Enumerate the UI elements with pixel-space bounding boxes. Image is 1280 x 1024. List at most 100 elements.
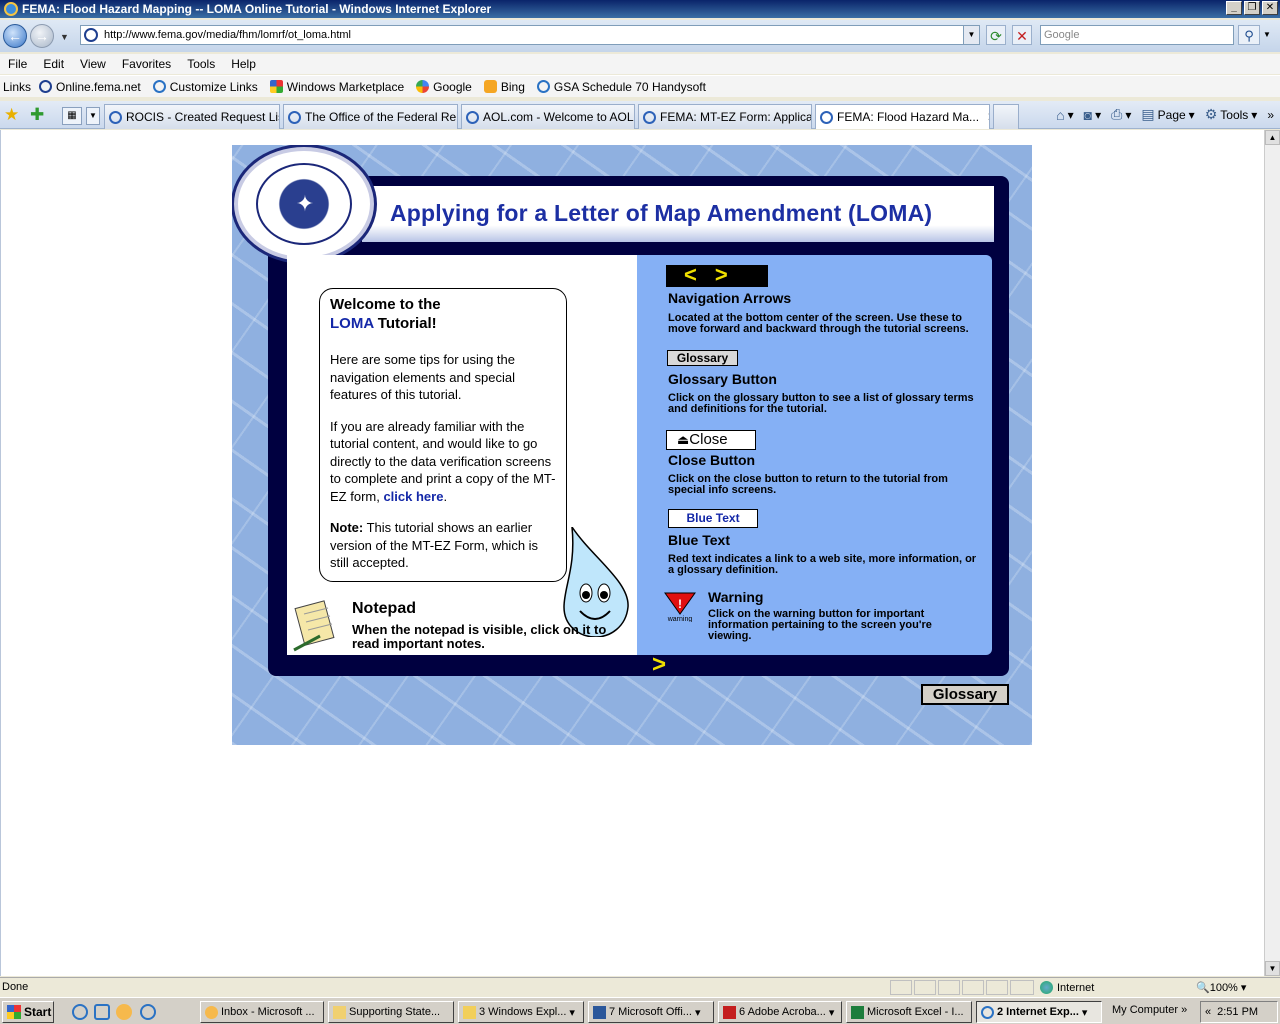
task-inbox[interactable]: Inbox - Microsoft ...: [200, 1001, 324, 1023]
close-window-button[interactable]: ✕: [1262, 1, 1278, 15]
status-cell: [914, 980, 936, 995]
link-google[interactable]: Google: [410, 80, 478, 94]
start-button[interactable]: Start: [2, 1001, 54, 1023]
media-player-icon[interactable]: [140, 1004, 156, 1020]
glossary-button-desc: Click on the glossary button to see a li…: [668, 392, 974, 415]
tray-expand-icon[interactable]: «: [1205, 1006, 1211, 1018]
menu-file[interactable]: File: [0, 57, 35, 71]
menu-help[interactable]: Help: [223, 57, 264, 71]
next-screen-arrow[interactable]: >: [652, 651, 666, 679]
print-button[interactable]: ⎙ ▾: [1111, 106, 1131, 123]
welcome-loma: LOMA: [330, 315, 374, 332]
search-options-icon[interactable]: ▼: [1263, 30, 1271, 39]
tools-menu-button[interactable]: ⚙ Tools ▾: [1205, 106, 1258, 123]
word-icon: [593, 1005, 606, 1019]
prev-arrow-sample: <: [684, 262, 697, 287]
scroll-up-arrow-icon[interactable]: ▲: [1265, 130, 1280, 145]
task-label: 2 Internet Exp...: [997, 1006, 1079, 1018]
eject-icon: ⏏: [677, 432, 690, 447]
notepad-desc: When the notepad is visible, click on it…: [352, 622, 607, 651]
search-icon[interactable]: ⚲: [1238, 25, 1260, 45]
zone-label: Internet: [1057, 981, 1095, 994]
menu-favorites[interactable]: Favorites: [114, 57, 179, 71]
history-dropdown-icon[interactable]: ▼: [60, 32, 69, 42]
tools-menu-label: Tools: [1220, 107, 1249, 122]
group-dropdown-icon: ▾: [694, 1006, 701, 1019]
menu-tools[interactable]: Tools: [179, 57, 223, 71]
address-bar[interactable]: http://www.fema.gov/media/fhm/lomrf/ot_l…: [80, 25, 980, 45]
ie-page-icon: [152, 80, 166, 93]
home-button[interactable]: ⌂ ▾: [1056, 107, 1074, 123]
menu-view[interactable]: View: [72, 57, 114, 71]
search-input[interactable]: Google: [1040, 25, 1234, 45]
favorites-star-icon[interactable]: ★: [4, 105, 19, 125]
feeds-button[interactable]: ◙ ▾: [1084, 107, 1102, 123]
scroll-down-arrow-icon[interactable]: ▼: [1265, 961, 1280, 976]
familiar-period: .: [443, 488, 448, 504]
page-menu-button[interactable]: ▤ Page ▾: [1141, 106, 1194, 123]
tab-aol[interactable]: AOL.com - Welcome to AOL: [461, 104, 635, 129]
link-windows-marketplace[interactable]: Windows Marketplace: [264, 80, 410, 94]
click-here-link[interactable]: click here: [383, 489, 443, 504]
menu-edit[interactable]: Edit: [35, 57, 72, 71]
close-tab-icon[interactable]: ✕: [987, 110, 989, 124]
task-internet-explorer[interactable]: 2 Internet Exp... ▾: [976, 1001, 1102, 1023]
sample-close-button: ⏏Close: [666, 430, 756, 450]
welcome-line2: Tutorial!: [373, 315, 437, 332]
tab-label: FEMA: MT-EZ Form: Applicat...: [660, 110, 812, 124]
task-supporting-state[interactable]: Supporting State...: [328, 1001, 454, 1023]
outlook-quicklaunch-icon[interactable]: [116, 1004, 132, 1020]
toolbar-overflow-icon[interactable]: »: [1267, 108, 1274, 122]
notepad-icon[interactable]: [290, 600, 340, 652]
page-menu-label: Page: [1157, 107, 1186, 122]
link-online-fema[interactable]: Online.fema.net: [33, 80, 147, 94]
loma-tutorial-movie[interactable]: Applying for a Letter of Map Amendment (…: [232, 145, 1032, 745]
link-bing[interactable]: Bing: [478, 80, 531, 94]
tab-label: AOL.com - Welcome to AOL: [483, 110, 634, 124]
new-tab-button[interactable]: [993, 104, 1019, 129]
ie-quicklaunch-icon-2[interactable]: [94, 1004, 110, 1020]
task-adobe-acrobat[interactable]: 6 Adobe Acroba... ▾: [718, 1001, 842, 1023]
refresh-icon[interactable]: ⟳: [986, 25, 1006, 45]
note-label: Note:: [330, 520, 364, 535]
tab-flood-hazard-active[interactable]: FEMA: Flood Hazard Ma... ✕: [815, 104, 990, 129]
my-computer-toolbar[interactable]: My Computer »: [1112, 1004, 1187, 1016]
back-button[interactable]: ←: [3, 24, 27, 48]
ie-page-icon: [109, 110, 122, 124]
group-dropdown-icon: ▾: [569, 1006, 575, 1019]
page-favicon-icon: [84, 28, 98, 42]
add-favorite-icon[interactable]: ✚: [30, 105, 44, 125]
tab-rocis[interactable]: ROCIS - Created Request List: [104, 104, 280, 129]
minimize-button[interactable]: _: [1226, 1, 1242, 15]
tab-mt-ez-form[interactable]: FEMA: MT-EZ Form: Applicat...: [638, 104, 812, 129]
sample-glossary-button: Glossary: [667, 350, 738, 366]
sample-blue-text: Blue Text: [668, 509, 758, 528]
restore-button[interactable]: ❐: [1244, 1, 1260, 15]
stop-icon[interactable]: ✕: [1012, 25, 1032, 45]
address-url[interactable]: http://www.fema.gov/media/fhm/lomrf/ot_l…: [104, 29, 351, 41]
security-zone[interactable]: Internet: [1040, 981, 1094, 994]
task-microsoft-office[interactable]: 7 Microsoft Offi... ▾: [588, 1001, 714, 1023]
link-gsa-schedule[interactable]: GSA Schedule 70 Handysoft: [531, 80, 712, 94]
tab-label: FEMA: Flood Hazard Ma...: [837, 110, 980, 124]
task-excel[interactable]: Microsoft Excel - I...: [846, 1001, 972, 1023]
link-label: Bing: [500, 79, 525, 94]
links-bar: Links Online.fema.net Customize Links Wi…: [0, 75, 1280, 97]
link-customize[interactable]: Customize Links: [147, 80, 264, 94]
forward-button[interactable]: →: [30, 24, 54, 48]
magnifier-icon: 🔍: [1196, 982, 1210, 994]
task-windows-explorer[interactable]: 3 Windows Expl... ▾: [458, 1001, 584, 1023]
start-label: Start: [24, 1005, 52, 1019]
status-cell: [938, 980, 960, 995]
vertical-scrollbar[interactable]: ▲ ▼: [1264, 130, 1280, 976]
tab-federal-register[interactable]: The Office of the Federal Re...: [283, 104, 458, 129]
tab-bar: ★ ✚ ▦ ▼ ROCIS - Created Request List The…: [0, 101, 1280, 129]
quick-tabs-icon[interactable]: ▦: [62, 107, 82, 125]
sample-close-label: Close: [689, 431, 728, 448]
glossary-button[interactable]: Glossary: [921, 684, 1009, 705]
ie-quicklaunch-icon[interactable]: [72, 1004, 88, 1020]
zoom-level[interactable]: 🔍100% ▾: [1196, 981, 1246, 994]
tab-list-dropdown-icon[interactable]: ▼: [86, 107, 100, 125]
address-dropdown-icon[interactable]: ▼: [963, 26, 979, 44]
clock[interactable]: 2:51 PM: [1217, 1006, 1258, 1018]
